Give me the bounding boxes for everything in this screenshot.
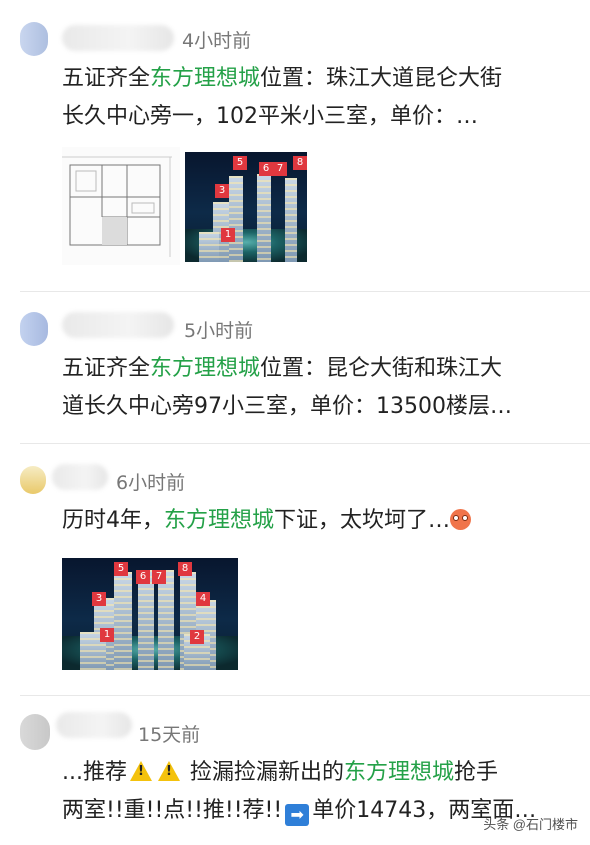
floorplan-image[interactable] — [62, 147, 180, 265]
tower — [114, 572, 132, 670]
building-number-label: 5 — [233, 156, 247, 170]
building-number-label: 1 — [221, 228, 235, 242]
building-number-label: 5 — [114, 562, 128, 576]
post-text[interactable]: 历时4年，东方理想城下证，太坎坷了… — [62, 502, 568, 540]
building-number-label: 1 — [100, 628, 114, 642]
building-number-label: 2 — [190, 630, 204, 644]
building-number-label: 6 — [259, 162, 273, 176]
keyword-link[interactable]: 东方理想城 — [344, 760, 454, 785]
keyword-link[interactable]: 东方理想城 — [164, 508, 274, 533]
comment-post-1[interactable]: 4小时前 五证齐全东方理想城位置：珠江大道昆仑大街 长久中心旁一，102平米小三… — [0, 0, 590, 290]
warning-icon: ! — [129, 761, 152, 781]
building-number-label: 8 — [293, 156, 307, 170]
comment-post-3[interactable]: 6小时前 历时4年，东方理想城下证，太坎坷了… 5 6 7 8 3 4 1 2 — [0, 444, 590, 694]
username-blurred[interactable] — [62, 25, 174, 51]
keyword-link[interactable]: 东方理想城 — [150, 356, 260, 381]
tower — [138, 570, 154, 670]
avatar[interactable] — [20, 714, 50, 750]
tower — [229, 176, 243, 262]
scared-face-icon — [450, 509, 472, 530]
tower — [257, 174, 271, 262]
tower — [158, 570, 174, 670]
post-text[interactable]: 五证齐全东方理想城位置：昆仑大街和珠江大 道长久中心旁97小三室，单价：1350… — [62, 350, 568, 426]
tower — [199, 232, 219, 262]
watermark: 头条 @石门楼市 — [483, 817, 578, 832]
warning-icon: ! — [157, 761, 180, 781]
post-text[interactable]: 五证齐全东方理想城位置：珠江大道昆仑大街 长久中心旁一，102平米小三室，单价：… — [62, 60, 568, 136]
building-number-label: 7 — [273, 162, 287, 176]
avatar[interactable] — [20, 312, 48, 346]
tower — [285, 178, 297, 262]
building-number-label: 6 — [136, 570, 150, 584]
building-number-label: 3 — [92, 592, 106, 606]
comment-post-2[interactable]: 5小时前 五证齐全东方理想城位置：昆仑大街和珠江大 道长久中心旁97小三室，单价… — [0, 292, 590, 442]
building-number-label: 8 — [178, 562, 192, 576]
floorplan-drawing — [62, 156, 172, 257]
right-arrow-icon: ➡ — [285, 804, 310, 826]
post-time: 4小时前 — [182, 30, 252, 52]
building-render-image[interactable]: 5 6 7 8 3 4 1 2 — [62, 558, 238, 670]
avatar[interactable] — [20, 466, 46, 494]
username-blurred[interactable] — [56, 712, 132, 738]
post-time: 15天前 — [138, 724, 201, 746]
building-render-image[interactable]: 5 6 7 8 3 1 — [185, 152, 307, 262]
post-time: 5小时前 — [184, 320, 254, 342]
username-blurred[interactable] — [62, 312, 174, 338]
post-time: 6小时前 — [116, 472, 186, 494]
avatar[interactable] — [20, 22, 48, 56]
building-number-label: 3 — [215, 184, 229, 198]
building-number-label: 4 — [196, 592, 210, 606]
username-blurred[interactable] — [52, 464, 108, 490]
building-number-label: 7 — [152, 570, 166, 584]
keyword-link[interactable]: 东方理想城 — [150, 66, 260, 91]
